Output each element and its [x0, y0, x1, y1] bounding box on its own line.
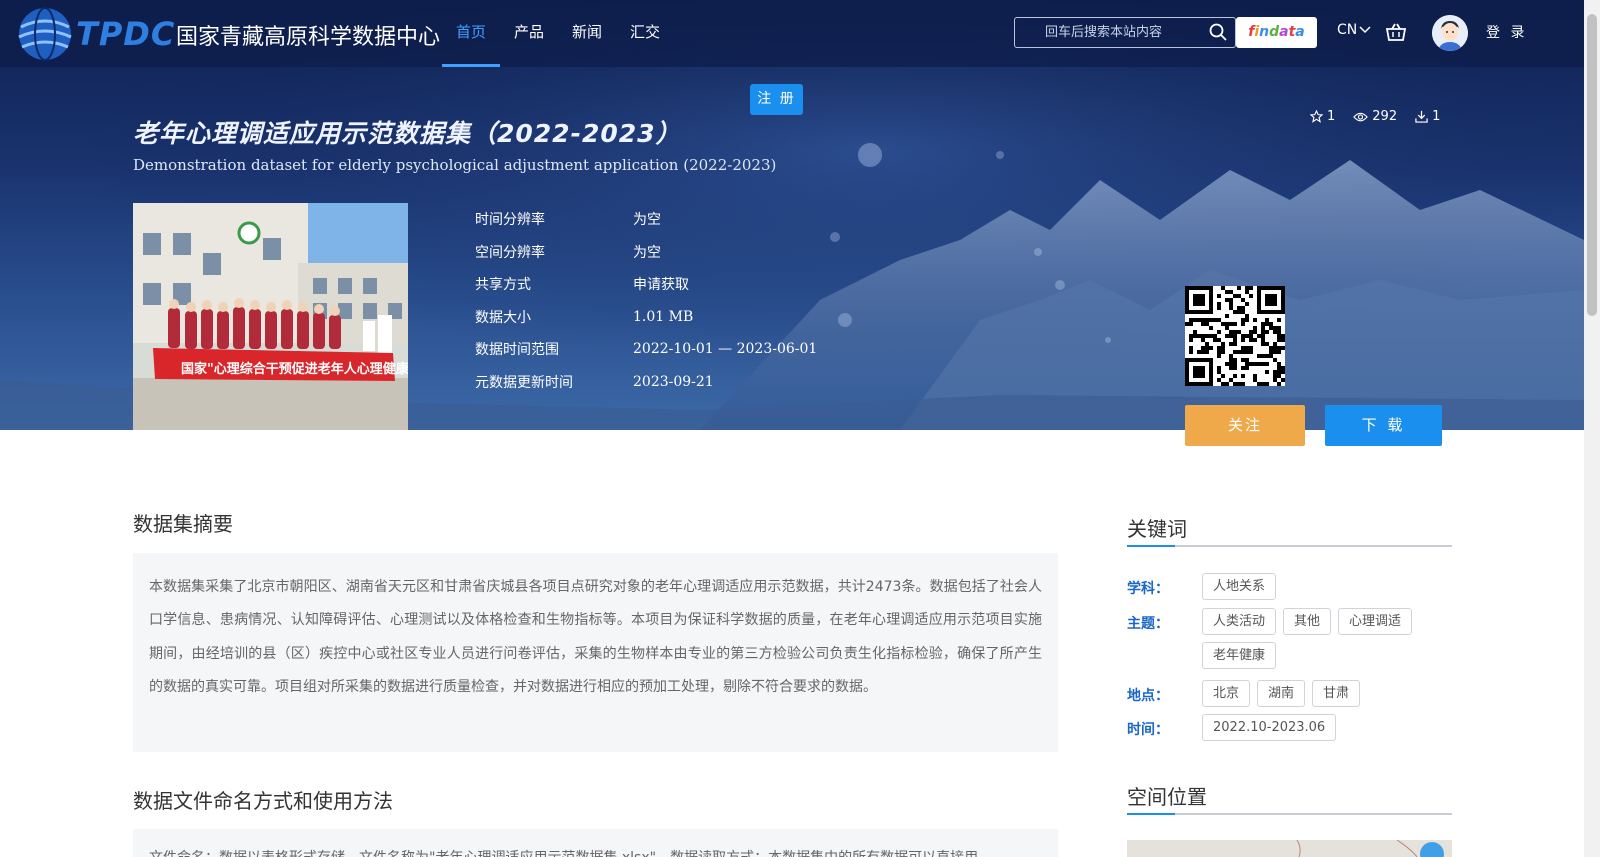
dataset-cover-image: 国家"心理综合干预促进老年人心理健康"项目: [133, 203, 408, 430]
keyword-tag[interactable]: 2022.10-2023.06: [1202, 714, 1337, 741]
abstract-text: 本数据集采集了北京市朝阳区、湖南省天元区和甘肃省庆城县各项目点研究对象的老年心理…: [133, 553, 1058, 752]
meta-value-metadata-updated: 2023-09-21: [633, 373, 714, 390]
cover-photo: 国家"心理综合干预促进老年人心理健康"项目: [133, 203, 408, 430]
logo-abbreviation: TPDC: [76, 15, 176, 53]
keyword-row-theme: 主题： 人类活动 其他 心理调适 老年健康: [1127, 608, 1457, 669]
qr-code-icon: [1185, 286, 1285, 386]
keywords-divider: [1127, 545, 1452, 547]
subject-tags: 人地关系: [1202, 573, 1457, 600]
meta-row: 时间分辨率 为空: [475, 203, 817, 236]
globe-logo-icon: [18, 7, 72, 61]
meta-row: 元数据更新时间 2023-09-21: [475, 366, 817, 399]
nav-products[interactable]: 产品: [500, 0, 558, 67]
keywords-title: 关键词: [1127, 517, 1187, 541]
downloads-count: 1: [1432, 109, 1441, 124]
meta-value-sharing-mode: 申请获取: [633, 277, 689, 294]
download-button[interactable]: 下 载: [1325, 405, 1442, 446]
location-map[interactable]: [1127, 839, 1452, 857]
keyword-row-subject: 学科： 人地关系: [1127, 573, 1457, 600]
chevron-down-icon: [1359, 26, 1371, 34]
keyword-row-time: 时间： 2022.10-2023.06: [1127, 714, 1457, 741]
keyword-tag[interactable]: 人地关系: [1202, 573, 1277, 600]
favorites-stat: 1: [1310, 109, 1335, 124]
language-label: CN: [1337, 22, 1358, 38]
shopping-basket-icon[interactable]: [1385, 22, 1407, 42]
dataset-title-cn: 老年心理调适应用示范数据集（2022-2023）: [133, 119, 682, 148]
search-input[interactable]: [1015, 18, 1203, 47]
top-navigation-bar: TPDC 国家青藏高原科学数据中心 首页 产品 新闻 汇交 findata CN: [0, 0, 1584, 67]
keyword-tag[interactable]: 其他: [1283, 608, 1332, 635]
language-selector[interactable]: CN: [1337, 22, 1371, 38]
meta-value-data-size: 1.01 MB: [633, 308, 694, 325]
meta-row: 空间分辨率 为空: [475, 236, 817, 269]
keyword-tag[interactable]: 北京: [1202, 680, 1251, 707]
meta-value-spatial-resolution: 为空: [633, 244, 661, 261]
avatar[interactable]: [1432, 15, 1468, 51]
user-avatar-icon: [1432, 15, 1468, 51]
meta-key-temporal-resolution: 时间分辨率: [475, 212, 545, 229]
time-tags: 2022.10-2023.06: [1202, 714, 1457, 741]
meta-value-temporal-resolution: 为空: [633, 212, 661, 229]
downloads-stat: 1: [1415, 109, 1440, 124]
meta-key-sharing-mode: 共享方式: [475, 277, 531, 294]
nav-submit[interactable]: 汇交: [616, 0, 674, 67]
findata-button[interactable]: findata: [1236, 17, 1317, 48]
usage-title: 数据文件命名方式和使用方法: [133, 789, 393, 813]
time-label: 时间：: [1127, 722, 1169, 738]
keyword-tag[interactable]: 甘肃: [1312, 680, 1361, 707]
abstract-title: 数据集摘要: [133, 512, 233, 536]
meta-value-time-range: 2022-10-01 — 2023-06-01: [633, 341, 818, 358]
theme-tags: 人类活动 其他 心理调适 老年健康: [1202, 608, 1457, 669]
meta-row: 共享方式 申请获取: [475, 268, 817, 301]
keyword-tag[interactable]: 老年健康: [1202, 642, 1277, 669]
search-icon[interactable]: [1209, 23, 1227, 41]
dataset-title-en: Demonstration dataset for elderly psycho…: [133, 156, 777, 174]
qr-code: [1185, 286, 1285, 386]
meta-row: 数据时间范围 2022-10-01 — 2023-06-01: [475, 333, 817, 366]
views-count: 292: [1372, 109, 1398, 124]
spatial-divider: [1127, 813, 1452, 815]
follow-button[interactable]: 关注: [1185, 405, 1305, 446]
views-stat: 292: [1353, 109, 1397, 124]
spatial-location-title: 空间位置: [1127, 785, 1207, 809]
nav-news[interactable]: 新闻: [558, 0, 616, 67]
eye-icon: [1353, 112, 1369, 121]
login-link[interactable]: 登 录: [1486, 22, 1527, 42]
theme-label: 主题：: [1127, 616, 1169, 632]
place-label: 地点：: [1127, 688, 1169, 704]
register-button[interactable]: 注 册: [750, 84, 803, 115]
logo-site-name: 国家青藏高原科学数据中心: [176, 25, 441, 50]
dataset-stats: 1 292 1: [1310, 109, 1440, 124]
usage-text: 文件命名：数据以表格形式存储，文件名称为"老年心理调适应用示范数据集.xlsx"…: [133, 829, 1058, 857]
keyword-tag[interactable]: 人类活动: [1202, 608, 1277, 635]
meta-key-metadata-updated: 元数据更新时间: [475, 374, 573, 391]
download-icon: [1415, 110, 1428, 123]
nav-home[interactable]: 首页: [442, 0, 501, 67]
site-logo[interactable]: TPDC 国家青藏高原科学数据中心: [14, 3, 440, 65]
keyword-tag[interactable]: 心理调适: [1338, 608, 1413, 635]
keyword-tag[interactable]: 湖南: [1257, 680, 1306, 707]
subject-label: 学科：: [1127, 581, 1169, 597]
page-scrollbar[interactable]: [1584, 0, 1600, 857]
meta-row: 数据大小 1.01 MB: [475, 301, 817, 334]
meta-key-spatial-resolution: 空间分辨率: [475, 244, 545, 261]
scrollbar-thumb[interactable]: [1587, 14, 1597, 316]
favorites-count: 1: [1327, 109, 1336, 124]
meta-key-time-range: 数据时间范围: [475, 342, 559, 359]
meta-key-data-size: 数据大小: [475, 309, 531, 326]
dataset-meta-table: 时间分辨率 为空 空间分辨率 为空 共享方式 申请获取 数据大小 1.01 MB…: [475, 203, 817, 398]
keyword-row-place: 地点： 北京 湖南 甘肃: [1127, 680, 1457, 707]
place-tags: 北京 湖南 甘肃: [1202, 680, 1457, 707]
star-icon: [1310, 110, 1323, 123]
cover-banner-text: 国家"心理综合干预促进老年人心理健康"项目: [181, 361, 408, 377]
map-preview: [1296, 839, 1444, 857]
main-nav: 首页 产品 新闻 汇交: [442, 0, 674, 67]
search-box: [1014, 17, 1236, 48]
